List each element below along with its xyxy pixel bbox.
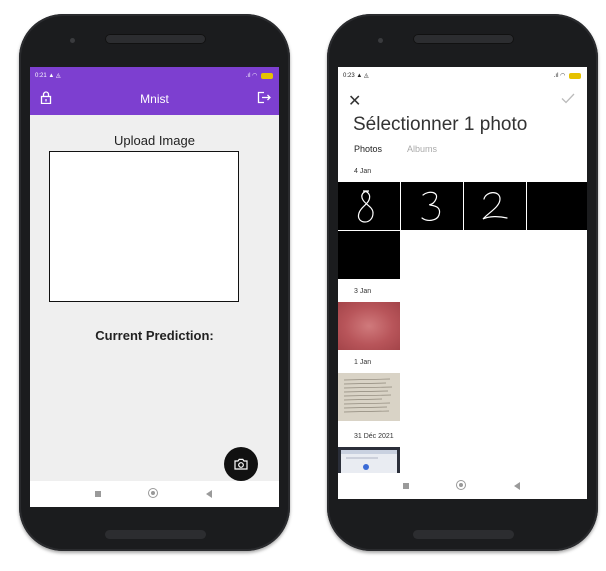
front-camera: [70, 38, 75, 43]
left-screen: 0:21 ▲ ◬ .ıl ◠ Mnist Upload Image Curren…: [30, 67, 279, 507]
home-icon[interactable]: [148, 488, 158, 498]
recents-icon[interactable]: [95, 491, 101, 497]
status-bar: 0:23 ▲ ◬ .ıl ◠: [338, 67, 587, 83]
photo-thumbnail-document[interactable]: [338, 373, 400, 421]
photo-thumbnail-red[interactable]: [338, 302, 400, 350]
right-screen: 0:23 ▲ ◬ .ıl ◠ ✕ Sélectionner 1 photo Ph…: [338, 67, 587, 499]
left-phone-frame: 0:21 ▲ ◬ .ıl ◠ Mnist Upload Image Curren…: [19, 14, 290, 551]
photo-thumbnail-black[interactable]: [527, 182, 587, 230]
back-icon[interactable]: [514, 482, 520, 490]
bottom-speaker: [413, 530, 514, 539]
status-time: 0:23 ▲ ◬: [343, 73, 369, 79]
current-prediction-label: Current Prediction:: [95, 328, 214, 343]
picker-title: Sélectionner 1 photo: [353, 114, 528, 135]
app-bar: Mnist: [30, 83, 279, 115]
home-icon[interactable]: [456, 480, 466, 490]
photo-thumbnail-digit-2[interactable]: [464, 182, 526, 230]
back-icon[interactable]: [206, 490, 212, 498]
signal-icon: .ıl: [553, 72, 559, 79]
camera-button[interactable]: [224, 447, 258, 481]
date-header: 1 Jan: [354, 359, 372, 366]
earpiece-speaker: [413, 34, 514, 44]
photo-thumbnail-digit-3[interactable]: [401, 182, 463, 230]
earpiece-speaker: [105, 34, 206, 44]
signal-icon: .ıl: [245, 72, 251, 79]
tab-photos[interactable]: Photos: [354, 144, 382, 154]
status-bar: 0:21 ▲ ◬ .ıl ◠: [30, 67, 279, 83]
front-camera: [378, 38, 383, 43]
battery-icon: [569, 72, 581, 79]
logout-icon[interactable]: [257, 91, 271, 109]
status-time: 0:21 ▲ ◬: [35, 73, 61, 79]
close-icon[interactable]: ✕: [348, 91, 361, 111]
android-nav-bar: [338, 473, 587, 499]
bottom-speaker: [105, 530, 206, 539]
camera-icon: [234, 458, 248, 470]
upload-image-area[interactable]: [49, 151, 239, 302]
photo-thumbnail-digit-8[interactable]: [338, 182, 400, 230]
recents-icon[interactable]: [403, 483, 409, 489]
system-icons: .ıl ◠: [246, 72, 273, 79]
date-header: 4 Jan: [354, 168, 372, 175]
wifi-icon: ◠: [252, 73, 258, 79]
date-header: 31 Déc 2021: [354, 433, 394, 440]
right-phone-frame: 0:23 ▲ ◬ .ıl ◠ ✕ Sélectionner 1 photo Ph…: [327, 14, 598, 551]
app-title: Mnist: [140, 92, 169, 106]
wifi-icon: ◠: [560, 73, 566, 79]
photo-thumbnail-black[interactable]: [338, 231, 400, 279]
date-header: 3 Jan: [354, 288, 372, 295]
upload-image-title: Upload Image: [114, 133, 195, 148]
confirm-check-icon[interactable]: [561, 91, 575, 109]
battery-icon: [261, 72, 273, 79]
photo-thumbnail-screenshot[interactable]: [338, 447, 400, 473]
android-nav-bar: [30, 481, 279, 507]
system-icons: .ıl ◠: [554, 72, 581, 79]
tab-albums[interactable]: Albums: [407, 144, 437, 154]
